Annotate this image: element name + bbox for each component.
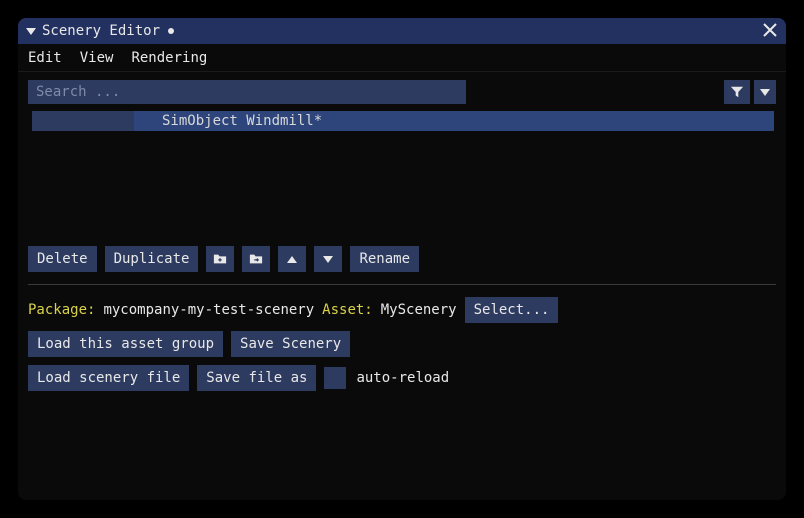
- list-toolbar: Delete Duplicate Rename: [28, 240, 776, 285]
- close-icon[interactable]: [762, 22, 778, 41]
- move-down-button[interactable]: [314, 246, 342, 272]
- action-row-2: Load scenery file Save file as auto-relo…: [28, 357, 776, 391]
- filter-button[interactable]: [724, 80, 750, 104]
- save-file-as-button[interactable]: Save file as: [197, 365, 316, 391]
- scenery-editor-window: Scenery Editor Edit View Rendering: [18, 18, 786, 500]
- menubar: Edit View Rendering: [18, 44, 786, 72]
- package-label: Package:: [28, 302, 95, 318]
- select-asset-button[interactable]: Select...: [465, 297, 559, 323]
- auto-reload-checkbox[interactable]: [324, 367, 346, 389]
- folder-open-icon: [249, 252, 263, 266]
- auto-reload-label: auto-reload: [356, 370, 449, 386]
- list-item[interactable]: SimObject Windmill*: [28, 110, 776, 132]
- menu-rendering[interactable]: Rendering: [131, 50, 207, 66]
- load-scenery-file-button[interactable]: Load scenery file: [28, 365, 189, 391]
- funnel-icon: [730, 85, 744, 99]
- duplicate-button[interactable]: Duplicate: [105, 246, 199, 272]
- package-asset-row: Package: mycompany-my-test-scenery Asset…: [28, 285, 776, 323]
- object-list[interactable]: SimObject Windmill*: [28, 108, 776, 240]
- filter-dropdown[interactable]: [754, 80, 776, 104]
- list-item-selected[interactable]: SimObject Windmill*: [134, 111, 774, 131]
- chevron-down-icon: [760, 89, 770, 96]
- list-item-label: SimObject Windmill*: [162, 113, 322, 129]
- list-item-gutter: [32, 111, 134, 131]
- load-asset-group-button[interactable]: Load this asset group: [28, 331, 223, 357]
- open-folder-button[interactable]: [242, 246, 270, 272]
- delete-button[interactable]: Delete: [28, 246, 97, 272]
- package-value: mycompany-my-test-scenery: [103, 302, 314, 318]
- folder-plus-icon: [213, 252, 227, 266]
- asset-value: MyScenery: [381, 302, 457, 318]
- menu-view[interactable]: View: [80, 50, 114, 66]
- save-scenery-button[interactable]: Save Scenery: [231, 331, 350, 357]
- window-title: Scenery Editor: [42, 23, 160, 39]
- titlebar[interactable]: Scenery Editor: [18, 18, 786, 44]
- menu-edit[interactable]: Edit: [28, 50, 62, 66]
- add-folder-button[interactable]: [206, 246, 234, 272]
- dirty-indicator-icon: [168, 28, 174, 34]
- triangle-down-icon: [323, 256, 333, 263]
- collapse-icon[interactable]: [26, 23, 36, 39]
- search-input[interactable]: [28, 80, 466, 104]
- search-row: [28, 80, 776, 104]
- asset-label: Asset:: [322, 302, 373, 318]
- action-row-1: Load this asset group Save Scenery: [28, 323, 776, 357]
- move-up-button[interactable]: [278, 246, 306, 272]
- content-area: SimObject Windmill* Delete Duplicate: [18, 72, 786, 500]
- triangle-up-icon: [287, 256, 297, 263]
- rename-button[interactable]: Rename: [350, 246, 419, 272]
